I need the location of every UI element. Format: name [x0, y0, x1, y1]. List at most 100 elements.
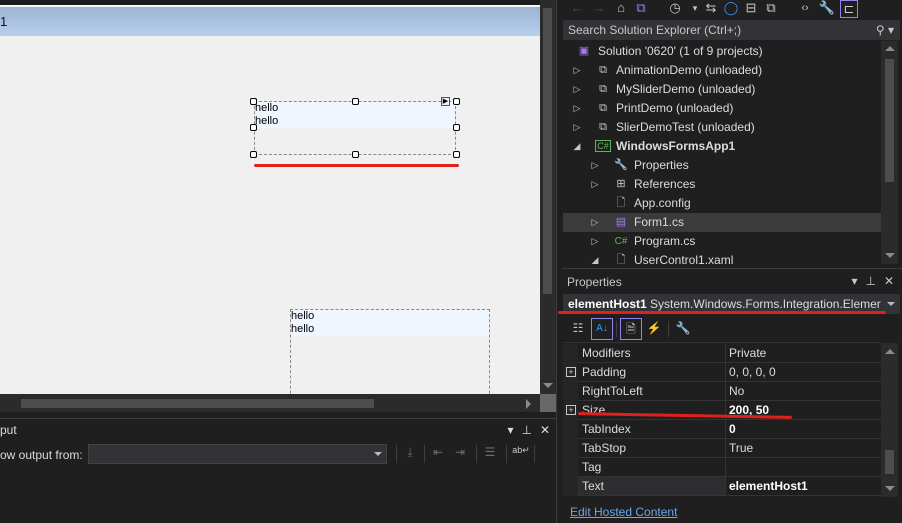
- tree-item-form1-cs[interactable]: ▷ ▤ Form1.cs: [563, 213, 881, 232]
- vs-switch-views-icon[interactable]: ⧉: [632, 0, 650, 18]
- scrollbar-thumb[interactable]: [885, 59, 894, 182]
- resize-handle-se[interactable]: [453, 151, 460, 158]
- property-value[interactable]: No: [726, 382, 881, 401]
- tree-item-solution[interactable]: ▣ Solution '0620' (1 of 9 projects): [563, 42, 881, 61]
- clear-all-icon[interactable]: ☰: [482, 445, 498, 463]
- expand-plus-icon[interactable]: +: [566, 405, 576, 415]
- search-icon[interactable]: ⚲ ▾: [876, 20, 894, 40]
- pending-changes-icon[interactable]: ◷: [666, 0, 684, 18]
- tree-item-references[interactable]: ▷ ⊞ References: [563, 175, 881, 194]
- output-source-select[interactable]: [88, 444, 387, 464]
- scroll-up-icon[interactable]: [885, 46, 895, 51]
- scroll-down-icon[interactable]: [543, 383, 553, 388]
- resize-handle-ne[interactable]: [453, 98, 460, 105]
- resize-handle-n[interactable]: [352, 98, 359, 105]
- property-value[interactable]: 0, 0, 0, 0: [726, 363, 881, 382]
- collapse-icon[interactable]: ◢: [572, 137, 582, 156]
- edit-hosted-content-link[interactable]: Edit Hosted Content: [570, 505, 677, 519]
- tree-item-usercontrol1-xaml[interactable]: ◢ 🗋 UserControl1.xaml: [563, 251, 881, 264]
- property-value[interactable]: True: [726, 439, 881, 458]
- previous-message-icon[interactable]: ⇤: [430, 445, 446, 463]
- back-icon[interactable]: ←: [568, 0, 586, 18]
- word-wrap-icon[interactable]: ab↵: [512, 445, 530, 463]
- sync-icon[interactable]: ⇆: [702, 0, 720, 18]
- solution-explorer-scrollbar[interactable]: [881, 41, 898, 264]
- expand-icon[interactable]: ▷: [590, 232, 600, 251]
- expand-icon[interactable]: ▷: [572, 99, 582, 118]
- forward-icon[interactable]: →: [590, 0, 608, 18]
- events-icon[interactable]: ⚡: [643, 318, 665, 340]
- form-designer[interactable]: 1 hello hello ▶ hello hello: [0, 0, 540, 412]
- tree-item-animationdemo[interactable]: ▷ ⧉ AnimationDemo (unloaded): [563, 61, 881, 80]
- property-pages-icon[interactable]: 🔧: [672, 318, 694, 340]
- expand-icon[interactable]: ▷: [590, 156, 600, 175]
- scroll-right-icon[interactable]: [526, 399, 531, 409]
- pin-icon[interactable]: ⊥: [865, 274, 875, 288]
- property-value[interactable]: [726, 458, 881, 477]
- window-position-dropdown-icon[interactable]: ▾: [507, 423, 513, 437]
- expand-icon[interactable]: ▷: [572, 80, 582, 99]
- preview-icon[interactable]: ⊏: [840, 0, 858, 18]
- collapse-icon[interactable]: ◢: [590, 251, 600, 264]
- tree-item-windowsformsapp1[interactable]: ◢ C# WindowsFormsApp1: [563, 137, 881, 156]
- tree-item-app-config[interactable]: 🗋 App.config: [563, 194, 881, 213]
- home-icon[interactable]: ⌂: [612, 0, 630, 18]
- designer-horizontal-scrollbar[interactable]: [0, 394, 540, 412]
- tree-item-properties[interactable]: ▷ 🔧 Properties: [563, 156, 881, 175]
- property-value[interactable]: Private: [726, 344, 881, 363]
- resize-handle-s[interactable]: [352, 151, 359, 158]
- resize-handle-e[interactable]: [453, 124, 460, 131]
- tree-item-printdemo[interactable]: ▷ ⧉ PrintDemo (unloaded): [563, 99, 881, 118]
- solution-explorer-search-input[interactable]: Search Solution Explorer (Ctrl+;) ⚲ ▾: [563, 20, 900, 40]
- property-row-padding[interactable]: + Padding 0, 0, 0, 0: [563, 363, 881, 382]
- tree-item-slierdemotest[interactable]: ▷ ⧉ SlierDemoTest (unloaded): [563, 118, 881, 137]
- expand-icon[interactable]: ▷: [590, 175, 600, 194]
- resize-handle-nw[interactable]: [250, 98, 257, 105]
- property-value[interactable]: 0: [726, 420, 881, 439]
- smart-tag-arrow-icon[interactable]: ▶: [441, 97, 450, 106]
- scroll-down-icon[interactable]: [885, 486, 895, 491]
- close-icon[interactable]: ✕: [540, 423, 550, 437]
- collapse-all-icon[interactable]: ⊟: [742, 0, 760, 18]
- expand-icon[interactable]: ▷: [572, 61, 582, 80]
- refresh-icon[interactable]: ◯: [722, 0, 740, 18]
- property-row-tag[interactable]: Tag: [563, 458, 881, 477]
- pin-icon[interactable]: ⊥: [521, 423, 531, 437]
- property-row-modifiers[interactable]: Modifiers Private: [563, 344, 881, 363]
- property-row-righttoleft[interactable]: RightToLeft No: [563, 382, 881, 401]
- scroll-down-icon[interactable]: [885, 253, 895, 258]
- scrollbar-thumb[interactable]: [885, 450, 894, 474]
- tree-item-mysliderdemo[interactable]: ▷ ⧉ MySliderDemo (unloaded): [563, 80, 881, 99]
- form-title-bar[interactable]: 1: [0, 7, 540, 36]
- properties-icon[interactable]: 🔧: [818, 0, 836, 18]
- next-message-icon[interactable]: ⇥: [452, 445, 468, 463]
- toolbar-separator: [424, 445, 425, 463]
- expand-icon[interactable]: ▷: [590, 213, 600, 232]
- properties-icon[interactable]: 🗎: [620, 318, 642, 340]
- property-row-tabstop[interactable]: TabStop True: [563, 439, 881, 458]
- scrollbar-thumb[interactable]: [21, 399, 374, 408]
- properties-scrollbar[interactable]: [881, 343, 898, 497]
- element-host-1[interactable]: hello hello: [254, 101, 456, 155]
- categorized-icon[interactable]: ☷: [567, 318, 589, 340]
- show-all-files-icon[interactable]: ⧉: [762, 0, 780, 18]
- panel-splitter[interactable]: [556, 0, 562, 523]
- toolbar-separator: [396, 445, 397, 463]
- view-code-icon[interactable]: ‹›: [796, 0, 814, 18]
- resize-handle-w[interactable]: [250, 124, 257, 131]
- property-row-text[interactable]: Text elementHost1: [563, 477, 881, 496]
- window-position-dropdown-icon[interactable]: ▾: [851, 274, 857, 288]
- resize-handle-sw[interactable]: [250, 151, 257, 158]
- property-value[interactable]: elementHost1: [726, 477, 881, 496]
- expand-icon[interactable]: ▷: [572, 118, 582, 137]
- close-icon[interactable]: ✕: [884, 274, 894, 288]
- property-row-tabindex[interactable]: TabIndex 0: [563, 420, 881, 439]
- scroll-up-icon[interactable]: [885, 349, 895, 354]
- designer-vertical-scrollbar[interactable]: [540, 0, 556, 412]
- scrollbar-corner: [540, 394, 556, 412]
- expand-plus-icon[interactable]: +: [566, 367, 576, 377]
- scrollbar-thumb[interactable]: [543, 8, 552, 294]
- alphabetical-icon[interactable]: A↓: [591, 318, 613, 340]
- go-to-line-icon[interactable]: ⤓: [402, 445, 418, 463]
- tree-item-program-cs[interactable]: ▷ C# Program.cs: [563, 232, 881, 251]
